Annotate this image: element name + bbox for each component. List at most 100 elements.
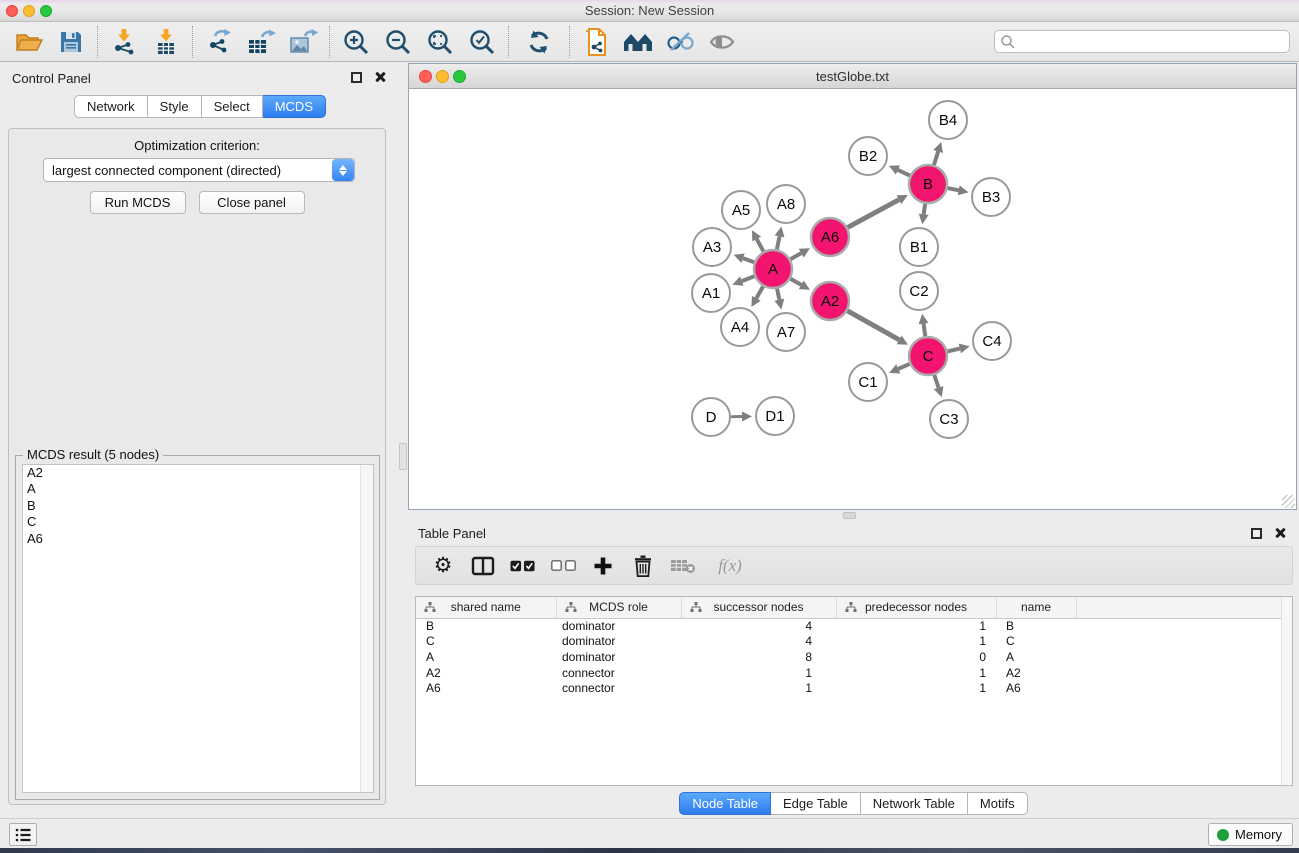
graph-node-A1[interactable]: A1 [692,274,730,312]
graph-node-C2[interactable]: C2 [900,272,938,310]
table-cell[interactable]: 0 [836,649,996,665]
window-resize-grip[interactable] [1282,495,1295,508]
column-visibility-button[interactable] [470,552,496,580]
table-cell[interactable]: B [996,618,1076,634]
export-table-button[interactable] [240,24,282,60]
optimization-criterion-dropdown[interactable]: largest connected component (directed) [43,158,355,182]
table-cell[interactable]: 1 [681,665,836,681]
table-cell[interactable]: C [416,634,556,650]
table-cell[interactable]: 8 [681,649,836,665]
table-row[interactable]: A2connector11A2 [416,665,1292,681]
mcds-result-item[interactable]: A6 [23,531,373,547]
column-header-mcds-role[interactable]: MCDS role [556,597,681,618]
graph-node-D1[interactable]: D1 [756,397,794,435]
graph-node-A3[interactable]: A3 [693,228,731,266]
table-cell[interactable]: B [416,618,556,634]
tab-network[interactable]: Network [74,95,148,118]
result-list-scrollbar[interactable] [360,465,373,792]
task-history-button[interactable] [9,823,37,846]
vertical-divider-handle[interactable] [399,443,407,470]
table-cell[interactable]: A2 [996,665,1076,681]
table-cell[interactable]: A6 [996,680,1076,696]
table-cell[interactable]: 1 [836,618,996,634]
graph-node-C[interactable]: C [909,337,947,375]
table-cell[interactable]: connector [556,665,681,681]
graph-edge-C-C2[interactable] [924,324,926,337]
mcds-result-item[interactable]: C [23,514,373,530]
table-cell[interactable]: 4 [681,634,836,650]
graph-node-C4[interactable]: C4 [973,322,1011,360]
column-header-predecessor-nodes[interactable]: predecessor nodes [836,597,996,618]
graph-edge-A-A4[interactable] [756,286,763,298]
open-session-button[interactable] [8,24,50,60]
table-cell[interactable]: A [416,649,556,665]
home-view-button[interactable] [617,24,659,60]
tab-style[interactable]: Style [148,95,202,118]
graph-edge-C-C4[interactable] [947,349,959,352]
horizontal-divider-handle[interactable] [843,512,856,519]
graph-node-C1[interactable]: C1 [849,363,887,401]
column-header-successor-nodes[interactable]: successor nodes [681,597,836,618]
graph-edge-B-B2[interactable] [898,170,910,176]
graph-edge-A-A5[interactable] [757,239,764,251]
run-mcds-button[interactable]: Run MCDS [90,191,186,214]
column-header-shared-name[interactable]: shared name [416,597,556,618]
tab-node-table[interactable]: Node Table [679,792,771,815]
close-panel-button[interactable]: Close panel [199,191,305,214]
network-canvas[interactable]: AA1A2A3A4A5A6A7A8BB1B2B3B4CC1C2C3C4DD1 [409,89,1296,509]
graph-node-B3[interactable]: B3 [972,178,1010,216]
graph-edge-A2-C[interactable] [847,311,899,340]
table-cell[interactable]: C [996,634,1076,650]
graph-edge-B-B1[interactable] [924,204,926,215]
graph-edge-A-A8[interactable] [777,236,780,249]
graph-edge-A-A6[interactable] [790,253,801,259]
close-panel-icon[interactable] [373,70,387,84]
table-cell[interactable]: dominator [556,634,681,650]
graph-edge-B-B3[interactable] [948,188,959,190]
graph-node-A5[interactable]: A5 [722,191,760,229]
graph-node-A7[interactable]: A7 [767,313,805,351]
graph-node-A2[interactable]: A2 [811,282,849,320]
graph-edge-B-B4[interactable] [934,151,938,164]
graph-node-A4[interactable]: A4 [721,308,759,346]
graph-node-A[interactable]: A [754,250,792,288]
table-settings-button[interactable]: ⚙ [430,552,456,580]
show-hide-eye-button[interactable] [701,24,743,60]
graph-edge-A-A2[interactable] [790,279,801,285]
memory-button[interactable]: Memory [1208,823,1293,846]
table-cell[interactable]: A2 [416,665,556,681]
import-table-button[interactable] [145,24,187,60]
table-cell[interactable]: dominator [556,649,681,665]
table-cell[interactable]: dominator [556,618,681,634]
column-header-name[interactable]: name [996,597,1076,618]
import-network-button[interactable] [103,24,145,60]
graph-edge-A-A7[interactable] [777,289,779,300]
graph-edge-C-C1[interactable] [898,364,909,369]
network-overview-button[interactable] [575,24,617,60]
graph-node-B4[interactable]: B4 [929,101,967,139]
graph-edge-A-A1[interactable] [742,276,755,281]
deselect-all-button[interactable] [550,552,576,580]
table-cell[interactable]: A [996,649,1076,665]
tab-select[interactable]: Select [202,95,263,118]
tab-mcds[interactable]: MCDS [263,95,326,118]
export-image-button[interactable] [282,24,324,60]
tab-edge-table[interactable]: Edge Table [771,792,861,815]
refresh-layout-button[interactable] [514,24,564,60]
mcds-result-item[interactable]: A2 [23,465,373,481]
add-column-button[interactable] [590,552,616,580]
table-row[interactable]: A6connector11A6 [416,680,1292,696]
close-table-panel-icon[interactable] [1273,526,1287,540]
table-row[interactable]: Cdominator41C [416,634,1292,650]
dropdown-stepper-icon[interactable] [332,159,354,181]
table-cell[interactable]: 4 [681,618,836,634]
graph-node-B[interactable]: B [909,165,947,203]
mcds-result-item[interactable]: B [23,498,373,514]
hide-panel-button[interactable] [659,24,701,60]
save-session-button[interactable] [50,24,92,60]
mcds-result-item[interactable]: A [23,481,373,497]
export-network-button[interactable] [198,24,240,60]
table-cell[interactable]: 1 [836,665,996,681]
tab-motifs[interactable]: Motifs [968,792,1028,815]
graph-edge-C-C3[interactable] [934,375,938,388]
